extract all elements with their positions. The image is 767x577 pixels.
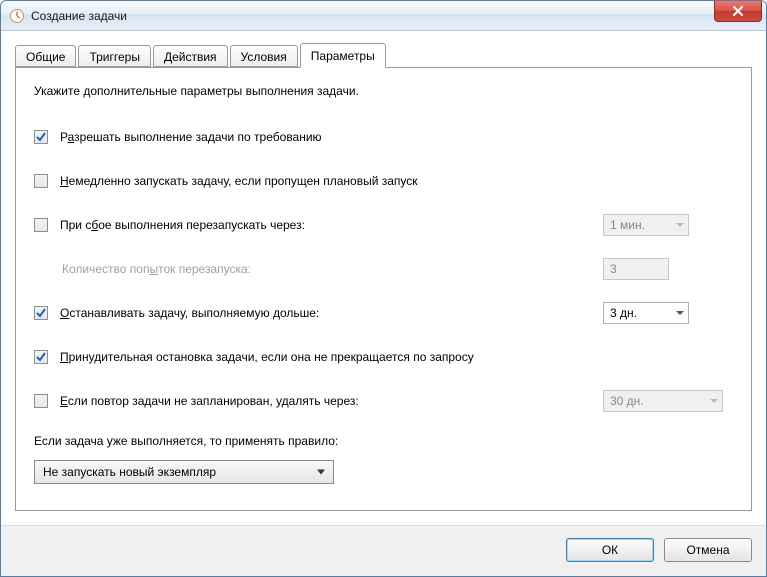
label-allow-on-demand[interactable]: Разрешать выполнение задачи по требовани… (60, 130, 733, 144)
cancel-button[interactable]: Отмена (664, 538, 752, 562)
row-restart-count: Количество попыток перезапуска: 3 (62, 258, 733, 280)
tab-actions[interactable]: Действия (153, 45, 228, 67)
tabstrip: Общие Триггеры Действия Условия Параметр… (15, 43, 752, 68)
label-run-asap[interactable]: Немедленно запускать задачу, если пропущ… (60, 174, 733, 188)
label-restart-count: Количество попыток перезапуска: (62, 262, 603, 276)
chevron-down-icon (710, 399, 718, 403)
chevron-down-icon (317, 470, 325, 475)
chevron-down-icon (676, 223, 684, 227)
row-force-stop: Принудительная остановка задачи, если он… (34, 346, 733, 368)
combo-delete-duration: 30 дн. (603, 390, 723, 412)
tab-settings[interactable]: Параметры (300, 43, 386, 68)
dialog-window: Создание задачи Общие Триггеры Действия … (0, 0, 767, 577)
combo-delete-duration-value: 30 дн. (610, 394, 644, 408)
tab-general[interactable]: Общие (15, 45, 76, 67)
chevron-down-icon (676, 311, 684, 315)
checkbox-restart-on-fail[interactable] (34, 218, 48, 232)
combo-stop-duration-value: 3 дн. (610, 306, 637, 320)
row-allow-on-demand: Разрешать выполнение задачи по требовани… (34, 126, 733, 148)
combo-restart-interval: 1 мин. (603, 214, 689, 236)
label-force-stop[interactable]: Принудительная остановка задачи, если он… (60, 350, 733, 364)
combo-rule[interactable]: Не запускать новый экземпляр (34, 460, 334, 484)
label-rule: Если задача уже выполняется, то применят… (34, 434, 733, 448)
label-delete-after[interactable]: Если повтор задачи не запланирован, удал… (60, 394, 603, 408)
checkbox-allow-on-demand[interactable] (34, 130, 48, 144)
row-restart-on-fail: При сбое выполнения перезапускать через:… (34, 214, 733, 236)
content-area: Общие Триггеры Действия Условия Параметр… (1, 31, 766, 525)
tab-panel-settings: Укажите дополнительные параметры выполне… (15, 67, 752, 511)
ok-button[interactable]: ОК (566, 538, 654, 562)
checkbox-force-stop[interactable] (34, 350, 48, 364)
dialog-footer: ОК Отмена (1, 525, 766, 576)
checkbox-delete-after[interactable] (34, 394, 48, 408)
close-button[interactable] (714, 1, 762, 22)
checkbox-stop-longer[interactable] (34, 306, 48, 320)
titlebar[interactable]: Создание задачи (1, 1, 766, 31)
instruction-text: Укажите дополнительные параметры выполне… (34, 84, 733, 98)
app-icon (9, 8, 25, 24)
combo-stop-duration[interactable]: 3 дн. (603, 302, 689, 324)
combo-restart-interval-value: 1 мин. (610, 218, 645, 232)
combo-rule-value: Не запускать новый экземпляр (43, 465, 216, 479)
input-restart-count-value: 3 (610, 262, 617, 276)
label-restart-on-fail[interactable]: При сбое выполнения перезапускать через: (60, 218, 603, 232)
checkbox-run-asap[interactable] (34, 174, 48, 188)
tab-conditions[interactable]: Условия (230, 45, 298, 67)
tab-triggers[interactable]: Триггеры (78, 45, 151, 67)
label-stop-longer[interactable]: Останавливать задачу, выполняемую дольше… (60, 306, 603, 320)
row-stop-longer: Останавливать задачу, выполняемую дольше… (34, 302, 733, 324)
row-delete-after: Если повтор задачи не запланирован, удал… (34, 390, 733, 412)
input-restart-count: 3 (603, 258, 669, 280)
window-title: Создание задачи (31, 9, 127, 23)
row-run-asap: Немедленно запускать задачу, если пропущ… (34, 170, 733, 192)
